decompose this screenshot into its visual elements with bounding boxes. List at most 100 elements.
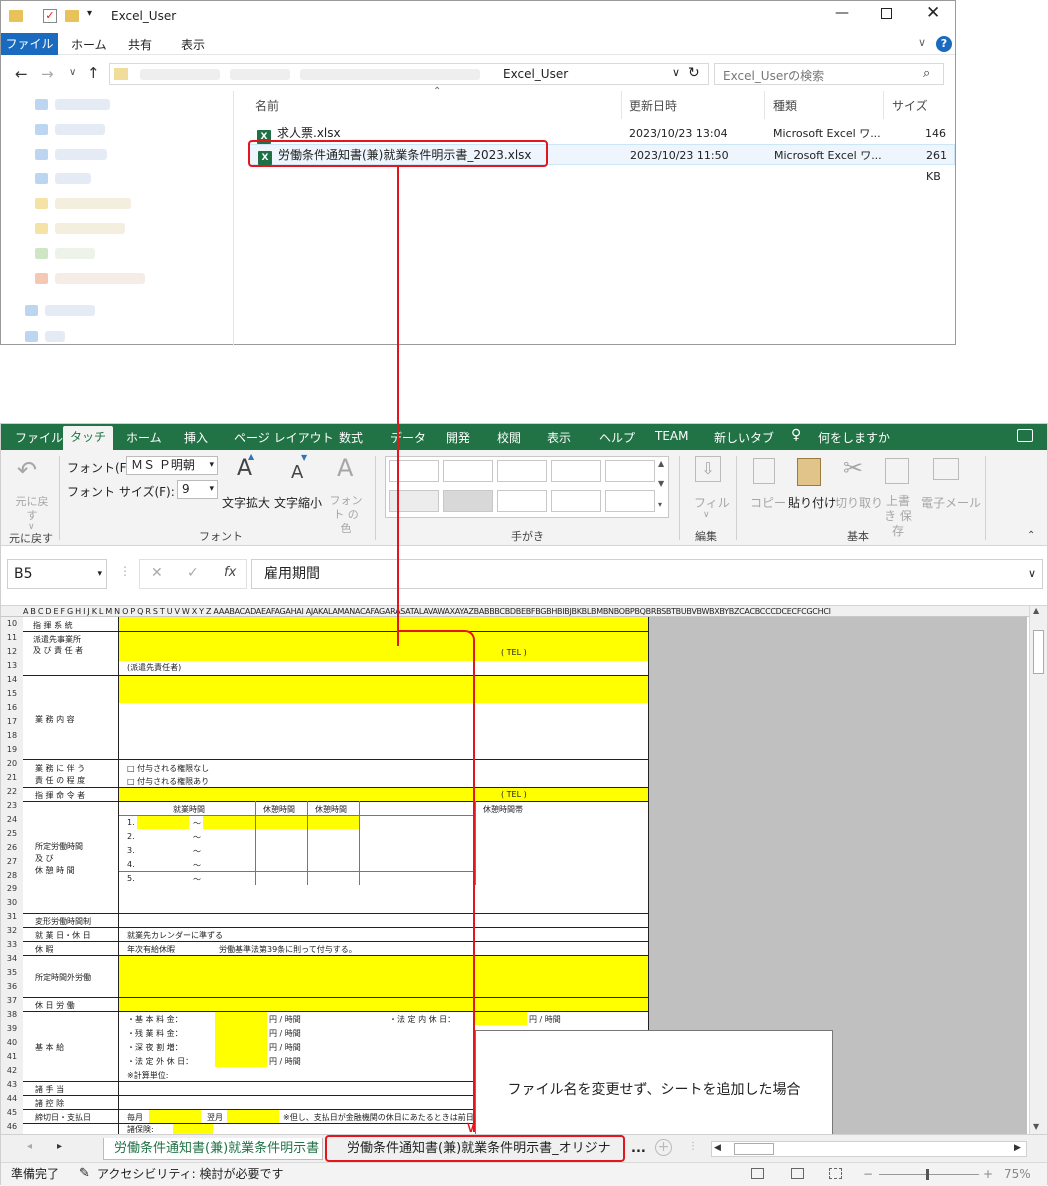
row-number[interactable]: 23 [1, 798, 23, 813]
row-number[interactable]: 45 [1, 1106, 23, 1121]
new-folder-icon[interactable] [65, 10, 79, 22]
row-number[interactable]: 36 [1, 980, 23, 995]
paste-button[interactable]: 貼り付け [788, 494, 836, 511]
menu-file[interactable]: ファイル [15, 429, 63, 446]
row-number[interactable]: 29 [1, 882, 23, 897]
option-no-authority[interactable]: □ 付与される権限なし [127, 763, 209, 774]
grow-font-button[interactable]: 文字拡大 [222, 494, 270, 511]
label-supervisor[interactable]: 指 揮 命 令 者 [35, 790, 85, 801]
row-number[interactable]: 43 [1, 1078, 23, 1093]
cut-icon[interactable]: ✂ [843, 454, 863, 482]
row-headers[interactable]: 10 11 12 13 14 15 16 17 18 19 20 21 22 23 24 25 26 27 28 29… [1, 617, 23, 1134]
input-cell[interactable] [227, 1109, 279, 1123]
row-number[interactable]: 33 [1, 938, 23, 953]
pen-style[interactable] [605, 490, 655, 512]
shift-5[interactable]: 5. [127, 874, 135, 883]
value-labor-law[interactable]: 労働基準法第39条に則って付与する。 [219, 944, 357, 955]
properties-icon[interactable]: ✓ [43, 9, 57, 23]
menu-insert[interactable]: 挿入 [184, 429, 208, 446]
refresh-icon[interactable]: ↻ [688, 65, 700, 81]
cancel-icon[interactable]: ✕ [151, 565, 163, 581]
blurred-nav-item[interactable] [55, 198, 131, 209]
accessibility-status[interactable]: アクセシビリティ: 検討が必要です [97, 1163, 284, 1185]
row-number[interactable]: 34 [1, 952, 23, 967]
input-cell[interactable] [255, 815, 307, 829]
blurred-nav-item[interactable] [45, 331, 65, 342]
zoom-level[interactable]: 75% [1004, 1163, 1031, 1185]
column-headers[interactable]: A B C D E F G H I J K L M N O P Q R S T … [1, 606, 1029, 617]
shrink-font-icon[interactable]: A [291, 462, 303, 483]
copy-icon[interactable] [753, 458, 775, 484]
scroll-right-icon[interactable]: ▶ [1014, 1143, 1021, 1153]
input-cell[interactable] [215, 1011, 267, 1067]
input-cell[interactable] [475, 1011, 527, 1025]
email-icon[interactable] [933, 458, 959, 480]
row-number[interactable]: 10 [1, 617, 23, 631]
row-number[interactable]: 28 [1, 868, 23, 883]
row-number[interactable]: 44 [1, 1092, 23, 1107]
recent-dropdown-icon[interactable]: ∨ [69, 67, 76, 78]
gallery-down-icon[interactable]: ▼ [658, 479, 664, 488]
row-number[interactable]: 17 [1, 714, 23, 729]
option-with-authority[interactable]: □ 付与される権限あり [127, 776, 209, 787]
label-legal-holiday[interactable]: ・法 定 内 休 日： [389, 1014, 455, 1025]
forward-icon[interactable]: → [41, 65, 54, 83]
tell-me[interactable]: 何をしますか [818, 429, 890, 446]
menu-touch[interactable]: タッチ [63, 426, 113, 450]
pen-style[interactable] [497, 460, 547, 482]
undo-button[interactable]: 元に戻す [14, 495, 50, 523]
cut-button[interactable]: 切り取り [835, 494, 883, 511]
row-number[interactable]: 31 [1, 910, 23, 925]
menu-new-tab[interactable]: 新しいタブ [714, 429, 774, 446]
shift-1[interactable]: 1. [127, 818, 135, 827]
font-color-button[interactable]: フォント の色 [328, 494, 364, 536]
menu-page-layout[interactable]: ページ レイアウト [234, 429, 334, 446]
zoom-in-icon[interactable]: + [983, 1163, 993, 1185]
font-color-icon[interactable]: A [337, 454, 353, 482]
tab-view[interactable]: 表示 [181, 36, 205, 53]
tab-home[interactable]: ホーム [71, 36, 107, 53]
fill-dropdown-icon[interactable]: ∨ [703, 510, 710, 520]
more-sheets[interactable]: ... [631, 1138, 646, 1160]
search-icon[interactable]: ⌕ [923, 66, 930, 81]
menu-team[interactable]: TEAM [655, 429, 688, 443]
zoom-slider[interactable] [879, 1174, 979, 1175]
scroll-up-icon[interactable]: ▲ [1033, 606, 1039, 615]
label-non-legal-holiday[interactable]: ・法 定 外 休 日： [127, 1056, 193, 1067]
shrink-font-button[interactable]: 文字縮小 [274, 494, 322, 511]
quick-access-dropdown-icon[interactable]: ▾ [87, 8, 92, 19]
pen-style[interactable] [551, 490, 601, 512]
blurred-nav-item[interactable] [55, 149, 107, 160]
save-icon[interactable] [885, 458, 909, 484]
close-icon[interactable]: ✕ [926, 3, 940, 23]
pen-style[interactable] [443, 490, 493, 512]
maximize-icon[interactable] [881, 8, 892, 19]
label-overtime[interactable]: 所定時間外労働 [35, 972, 91, 983]
row-number[interactable]: 32 [1, 924, 23, 939]
label-every-month[interactable]: 毎月 [127, 1112, 143, 1123]
label-base-rate[interactable]: ・基 本 料 金： [127, 1014, 183, 1025]
font-size-select[interactable]: 9 ▾ [177, 480, 218, 499]
collapse-ribbon-icon[interactable]: ⌃ [1027, 530, 1035, 541]
scroll-down-icon[interactable]: ▼ [1033, 1122, 1039, 1131]
pen-style[interactable] [605, 460, 655, 482]
row-number[interactable]: 25 [1, 826, 23, 841]
paste-icon[interactable] [797, 458, 821, 486]
row-number[interactable]: 21 [1, 770, 23, 785]
blurred-nav-item[interactable] [55, 248, 95, 259]
column-size[interactable]: サイズ [892, 97, 928, 114]
label-responsibility-2[interactable]: 責 任 の 程 度 [35, 775, 85, 786]
row-number[interactable]: 14 [1, 672, 23, 687]
scroll-thumb[interactable] [1033, 630, 1044, 674]
blurred-nav-item[interactable] [45, 305, 95, 316]
menu-review[interactable]: 校閲 [497, 429, 521, 446]
address-bar[interactable]: Excel_User ∨ ↻ [109, 63, 709, 85]
undo-icon[interactable]: ↶ [17, 456, 37, 484]
shift-3[interactable]: 3. [127, 846, 135, 855]
label-leave[interactable]: 休 暇 [35, 944, 54, 955]
column-divider[interactable] [621, 91, 622, 119]
shift-2[interactable]: 2. [127, 832, 135, 841]
expand-formula-icon[interactable]: ∨ [1028, 560, 1036, 588]
add-sheet-icon[interactable]: + [655, 1139, 672, 1156]
tab-splitter-icon[interactable]: ⋮ [688, 1141, 698, 1152]
